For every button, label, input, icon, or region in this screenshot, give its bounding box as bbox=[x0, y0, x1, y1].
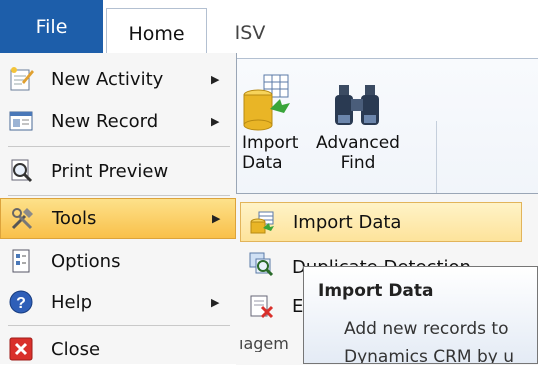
submenu-item-label: Import Data bbox=[293, 211, 402, 233]
ribbon-group-label: iagem bbox=[239, 340, 289, 352]
options-icon bbox=[12, 249, 30, 273]
menu-item-label: Close bbox=[51, 339, 101, 360]
menu-item-options[interactable]: Options bbox=[0, 241, 236, 282]
tab-file-label: File bbox=[35, 15, 68, 38]
new-activity-icon bbox=[10, 67, 34, 91]
menu-item-label: Tools bbox=[52, 208, 97, 229]
submenu-arrow-icon: ▶ bbox=[211, 296, 220, 309]
tools-icon bbox=[11, 208, 33, 230]
menu-item-new-activity[interactable]: New Activity ▶ bbox=[0, 59, 236, 100]
tooltip-description-line2: Dynamics CRM by u bbox=[344, 347, 515, 363]
import-data-tooltip: Import Data Add new records to Dynamics … bbox=[303, 266, 538, 364]
menu-item-label: Print Preview bbox=[51, 161, 169, 182]
close-icon bbox=[9, 337, 33, 361]
tab-isv-label: ISV bbox=[234, 22, 266, 44]
advanced-find-button[interactable]: Advanced Find bbox=[308, 81, 408, 173]
import-data-icon bbox=[250, 211, 274, 234]
submenu-item-import-data[interactable]: Import Data bbox=[240, 202, 522, 242]
menu-item-tools[interactable]: Tools ▶ bbox=[0, 198, 236, 239]
import-data-large-icon bbox=[243, 74, 290, 131]
submenu-arrow-icon: ▶ bbox=[212, 212, 221, 225]
tab-home-label: Home bbox=[128, 23, 185, 45]
advanced-find-label-line1: Advanced bbox=[316, 133, 400, 153]
advanced-find-label-line2: Find bbox=[340, 153, 376, 173]
bulk-delete-icon bbox=[250, 295, 274, 319]
import-data-label-line2: Data bbox=[242, 153, 283, 173]
menu-item-label: New Record bbox=[51, 111, 159, 132]
binoculars-icon bbox=[335, 85, 379, 125]
duplicate-detection-icon bbox=[249, 252, 274, 277]
menu-separator bbox=[8, 195, 230, 196]
tab-isv[interactable]: ISV bbox=[220, 8, 280, 58]
submenu-arrow-icon: ▶ bbox=[211, 73, 220, 86]
import-data-button[interactable]: Import Data bbox=[232, 73, 302, 173]
new-record-icon bbox=[9, 111, 33, 131]
tooltip-description: Add new records to bbox=[344, 319, 509, 339]
menu-item-print-preview[interactable]: Print Preview bbox=[0, 151, 236, 192]
help-icon: ? bbox=[9, 290, 33, 314]
menu-item-label: Options bbox=[51, 251, 121, 272]
menu-separator bbox=[8, 325, 230, 326]
menu-item-label: New Activity bbox=[51, 69, 164, 90]
menu-separator bbox=[8, 146, 230, 147]
print-preview-icon bbox=[11, 159, 33, 183]
file-menu: New Activity ▶ New Record ▶ Print Previe… bbox=[0, 53, 237, 364]
ribbon-tab-bar: File Home ISV bbox=[0, 0, 538, 59]
submenu-item-label: E bbox=[292, 295, 304, 317]
tab-file[interactable]: File bbox=[0, 0, 103, 53]
menu-item-new-record[interactable]: New Record ▶ bbox=[0, 101, 236, 142]
submenu-arrow-icon: ▶ bbox=[211, 115, 220, 128]
menu-item-help[interactable]: ? Help ▶ bbox=[0, 282, 236, 323]
svg-text:?: ? bbox=[16, 295, 26, 312]
menu-item-label: Help bbox=[51, 292, 93, 313]
tooltip-title: Import Data bbox=[318, 281, 434, 301]
import-data-label-line1: Import bbox=[242, 133, 299, 153]
tab-home[interactable]: Home bbox=[106, 8, 207, 59]
